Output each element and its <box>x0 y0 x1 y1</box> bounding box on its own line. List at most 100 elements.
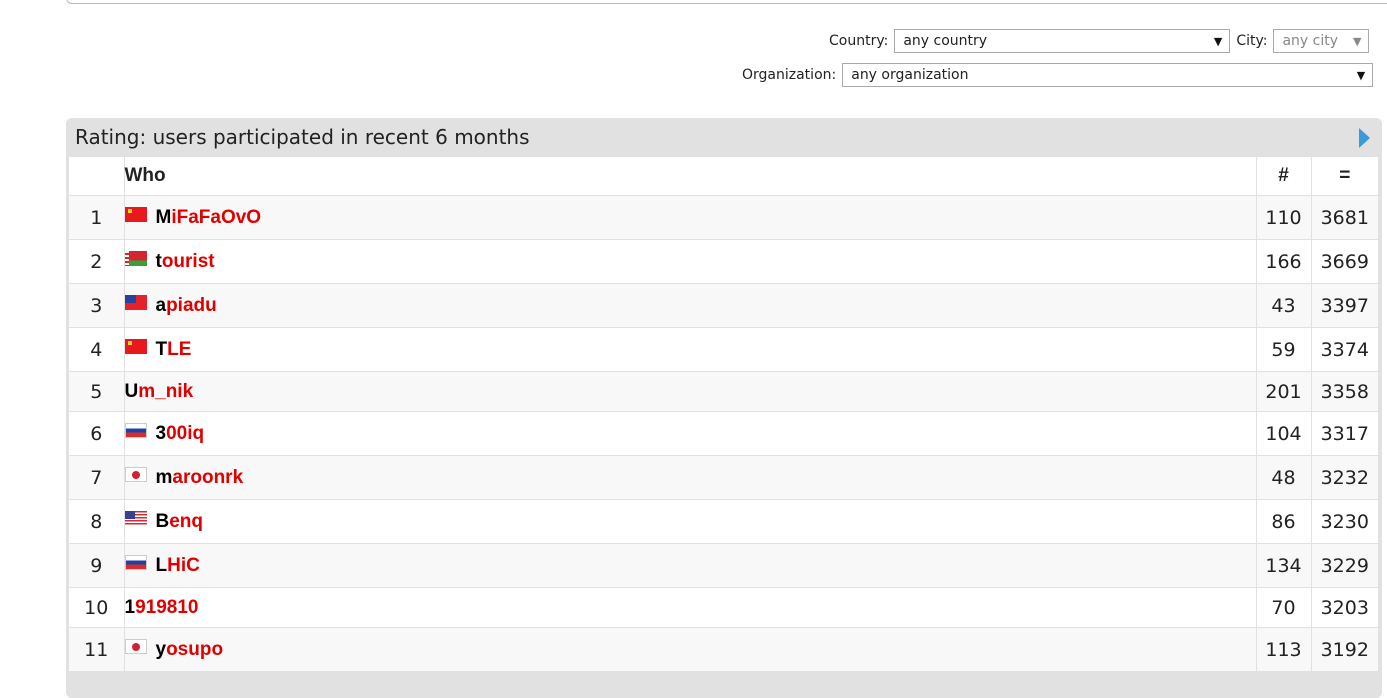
rating-value-cell: 3669 <box>1311 239 1378 284</box>
china-flag-icon <box>124 338 147 354</box>
handle-first-letter: U <box>124 380 139 402</box>
play-arrow-icon[interactable] <box>1359 128 1370 148</box>
city-label: City: <box>1236 33 1268 49</box>
table-row: 5 Um_nik 201 3358 <box>69 371 1378 412</box>
contests-count-cell: 201 <box>1256 371 1312 412</box>
table-row: 8 Benq 86 3230 <box>69 499 1378 544</box>
handle-first-letter: m <box>155 466 173 488</box>
rating-value-cell: 3397 <box>1311 283 1378 328</box>
rating-column-header[interactable]: = <box>1311 157 1378 196</box>
chevron-down-icon: ▼ <box>1356 68 1366 82</box>
handle-cell: 300iq <box>124 411 1257 456</box>
country-city-filter-row: Country: any country ▼ City: any city ▼ <box>829 29 1370 53</box>
rank-column-header <box>69 157 125 196</box>
handle-rest: LE <box>167 338 192 360</box>
usa-flag-icon <box>124 510 147 526</box>
japan-flag-icon <box>124 466 147 482</box>
japan-flag-icon <box>124 638 147 654</box>
rating-value-cell: 3203 <box>1311 587 1378 628</box>
rank-cell: 5 <box>69 371 125 412</box>
contests-count-cell: 134 <box>1256 543 1312 588</box>
user-handle-link[interactable]: TLE <box>156 339 192 360</box>
table-row: 6 300iq 104 3317 <box>69 411 1378 456</box>
handle-first-letter: y <box>155 638 167 660</box>
contests-column-header[interactable]: # <box>1256 157 1312 196</box>
rank-cell: 3 <box>69 283 125 328</box>
rank-cell: 2 <box>69 239 125 284</box>
rating-panel: Rating: users participated in recent 6 m… <box>66 118 1382 698</box>
user-handle-link[interactable]: 1919810 <box>125 597 199 618</box>
rank-cell: 9 <box>69 543 125 588</box>
handle-cell: Benq <box>124 499 1257 544</box>
handle-rest: enq <box>169 510 204 532</box>
handle-rest: HiC <box>167 554 200 576</box>
table-row: 3 apiadu 43 3397 <box>69 283 1378 328</box>
rating-value-cell: 3374 <box>1311 327 1378 372</box>
rating-value-cell: 3317 <box>1311 411 1378 456</box>
handle-rest: osupo <box>166 638 224 660</box>
handle-cell: maroonrk <box>124 455 1257 500</box>
user-handle-link[interactable]: apiadu <box>156 295 217 316</box>
organization-filter-row: Organization: any organization ▼ <box>742 63 1374 87</box>
handle-cell: LHiC <box>124 543 1257 588</box>
user-handle-link[interactable]: 300iq <box>156 423 205 444</box>
rank-cell: 11 <box>69 627 125 672</box>
rating-value-cell: 3192 <box>1311 627 1378 672</box>
handle-cell: tourist <box>124 239 1257 284</box>
city-select-value: any city <box>1282 33 1339 49</box>
user-handle-link[interactable]: Benq <box>156 511 204 532</box>
rank-cell: 8 <box>69 499 125 544</box>
user-handle-link[interactable]: MiFaFaOvO <box>156 207 262 228</box>
handle-rest: piadu <box>166 294 217 316</box>
user-handle-link[interactable]: maroonrk <box>156 467 244 488</box>
rank-cell: 4 <box>69 327 125 372</box>
organization-select[interactable]: any organization ▼ <box>842 63 1374 87</box>
handle-first-letter: a <box>155 294 167 316</box>
handle-cell: TLE <box>124 327 1257 372</box>
handle-rest: aroonrk <box>172 466 244 488</box>
country-label: Country: <box>829 33 889 49</box>
table-row: 1 MiFaFaOvO 110 3681 <box>69 195 1378 240</box>
handle-first-letter: L <box>155 554 168 576</box>
handle-cell: Um_nik <box>124 371 1257 412</box>
rank-cell: 1 <box>69 195 125 240</box>
country-select[interactable]: any country ▼ <box>894 29 1231 53</box>
contests-count-cell: 86 <box>1256 499 1312 544</box>
handle-first-letter: B <box>155 510 170 532</box>
user-handle-link[interactable]: tourist <box>156 251 215 272</box>
table-row: 2 tourist 166 3669 <box>69 239 1378 284</box>
contests-count-cell: 59 <box>1256 327 1312 372</box>
handle-rest: m_nik <box>138 380 194 402</box>
table-row: 10 1919810 70 3203 <box>69 587 1378 628</box>
contests-count-cell: 104 <box>1256 411 1312 456</box>
handle-first-letter: 3 <box>155 422 167 444</box>
contests-count-cell: 43 <box>1256 283 1312 328</box>
top-frame <box>66 0 1387 4</box>
contests-count-cell: 166 <box>1256 239 1312 284</box>
user-handle-link[interactable]: LHiC <box>156 555 200 576</box>
contests-count-cell: 70 <box>1256 587 1312 628</box>
table-row: 7 maroonrk 48 3232 <box>69 455 1378 500</box>
handle-rest: 00iq <box>166 422 205 444</box>
handle-first-letter: 1 <box>124 596 136 618</box>
user-handle-link[interactable]: yosupo <box>156 639 224 660</box>
organization-label: Organization: <box>742 67 837 83</box>
rank-cell: 7 <box>69 455 125 500</box>
rating-value-cell: 3232 <box>1311 455 1378 500</box>
rating-table: Who # = 1 MiFaFaOvO 110 3681 2 tourist 166 3669… <box>69 157 1378 672</box>
russia-flag-icon <box>124 422 147 438</box>
handle-first-letter: T <box>155 338 168 360</box>
handle-first-letter: M <box>155 206 172 228</box>
city-select[interactable]: any city ▼ <box>1273 29 1370 53</box>
handle-cell: yosupo <box>124 627 1257 672</box>
chevron-down-icon: ▼ <box>1213 34 1223 48</box>
table-row: 11 yosupo 113 3192 <box>69 627 1378 672</box>
rank-cell: 6 <box>69 411 125 456</box>
rating-value-cell: 3681 <box>1311 195 1378 240</box>
organization-select-value: any organization <box>851 67 969 83</box>
who-column-header: Who <box>124 157 1257 196</box>
handle-cell: apiadu <box>124 283 1257 328</box>
handle-rest: ourist <box>161 250 215 272</box>
user-handle-link[interactable]: Um_nik <box>125 381 194 402</box>
russia-flag-icon <box>124 554 147 570</box>
